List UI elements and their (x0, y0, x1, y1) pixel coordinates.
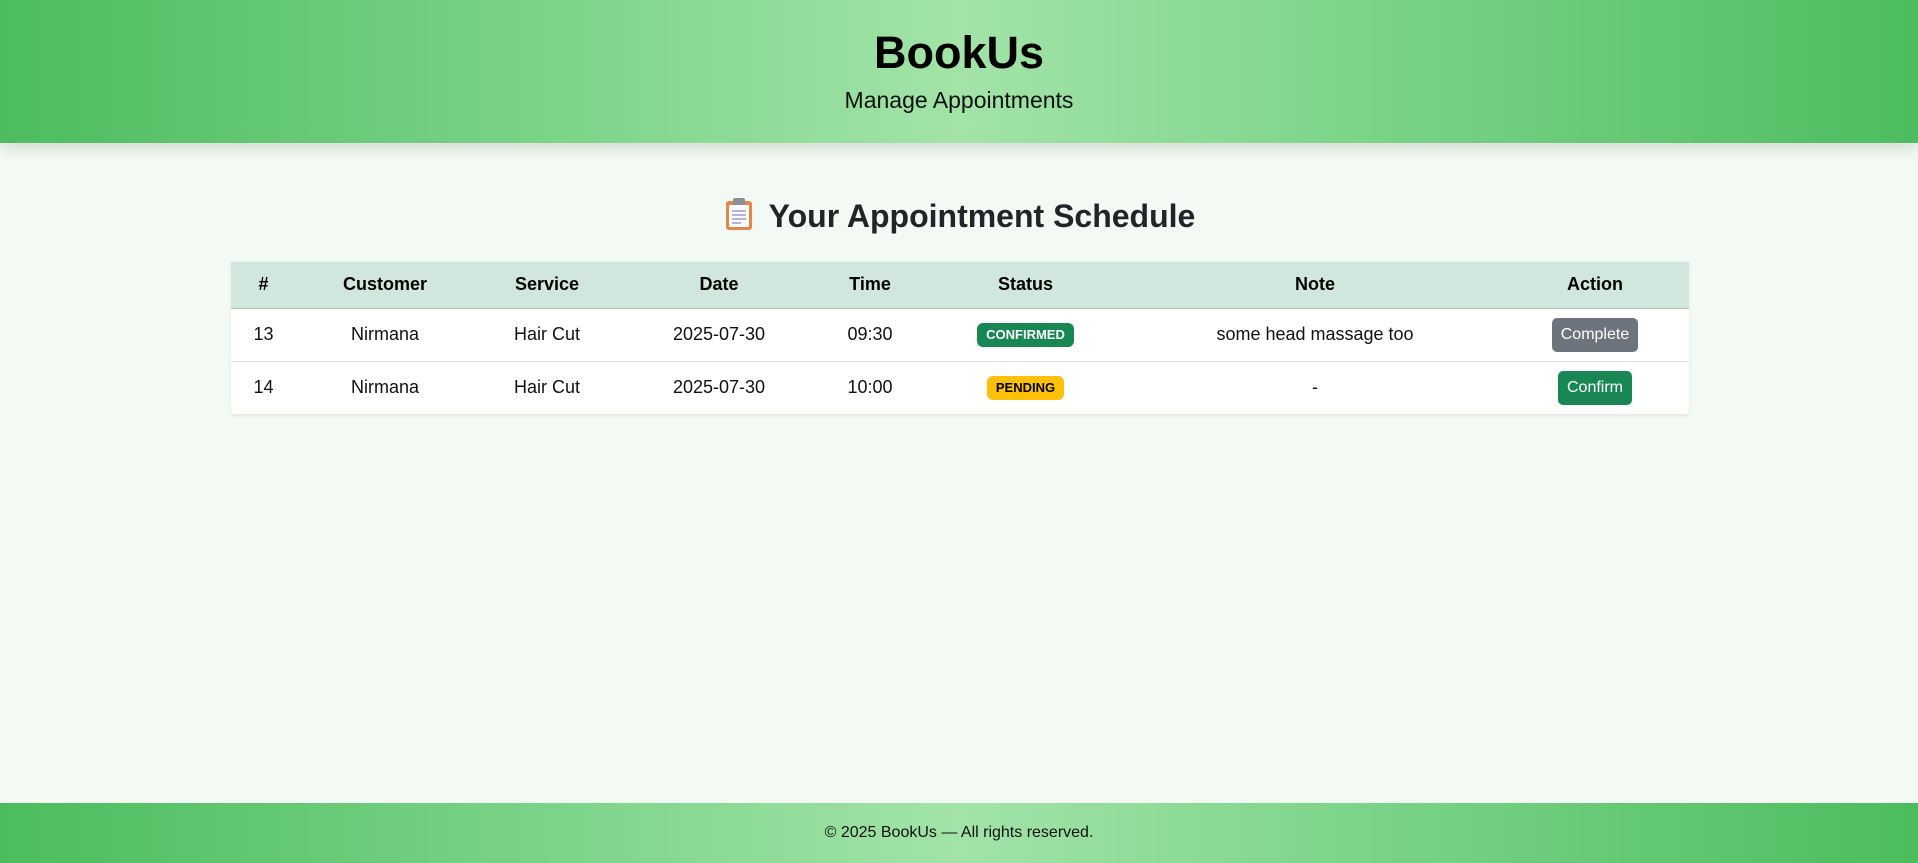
site-header: BookUs Manage Appointments (0, 0, 1918, 143)
service-name: Hair Cut (474, 360, 620, 414)
appointment-note: - (1129, 360, 1501, 414)
service-name: Hair Cut (513, 324, 580, 344)
action-cell: Complete (1501, 308, 1689, 361)
status-cell: PENDING (922, 360, 1129, 414)
appointment-note: some head massage too (1216, 324, 1414, 344)
appointment-date: 2025-07-30 (672, 324, 766, 344)
column-header-status: Status (922, 262, 1129, 309)
customer-name: Nirmana (350, 324, 420, 344)
complete-button[interactable]: Complete (1551, 317, 1639, 352)
appointments-table: # Customer Service Date Time Status Note… (231, 262, 1689, 414)
status-badge-confirmed: CONFIRMED (977, 322, 1074, 347)
column-header-service: Service (474, 262, 620, 309)
site-footer: © 2025 BookUs — All rights reserved. (0, 803, 1918, 863)
appointment-id: 14 (231, 360, 296, 414)
table-row: 14 Nirmana Hair Cut 2025-07-30 10:00 PEN… (231, 360, 1689, 414)
confirm-button[interactable]: Confirm (1557, 370, 1632, 405)
appointment-time: 09:30 (847, 324, 893, 344)
action-cell: Confirm (1501, 360, 1689, 414)
clipboard-icon (723, 197, 755, 231)
brand-title: BookUs (873, 27, 1045, 78)
column-header-customer: Customer (296, 262, 474, 309)
column-header-number: # (231, 262, 296, 309)
schedule-title-text: Your Appointment Schedule (768, 198, 1196, 234)
status-badge-pending: PENDING (986, 375, 1065, 400)
appointment-date: 2025-07-30 (620, 360, 818, 414)
appointment-id: 13 (253, 324, 274, 344)
column-header-time: Time (818, 262, 922, 309)
table-row: 13 Nirmana Hair Cut 2025-07-30 09:30 CON… (231, 308, 1689, 361)
schedule-title: Your Appointment Schedule (0, 196, 1918, 236)
column-header-note: Note (1129, 262, 1501, 309)
table-header-row: # Customer Service Date Time Status Note… (231, 262, 1689, 309)
footer-copyright: © 2025 BookUs — All rights reserved. (824, 824, 1094, 841)
page-tagline: Manage Appointments (844, 87, 1074, 113)
appointment-time: 10:00 (818, 360, 922, 414)
column-header-date: Date (620, 262, 818, 309)
status-cell: CONFIRMED (922, 308, 1129, 361)
customer-name: Nirmana (296, 360, 474, 414)
column-header-action: Action (1501, 262, 1689, 309)
